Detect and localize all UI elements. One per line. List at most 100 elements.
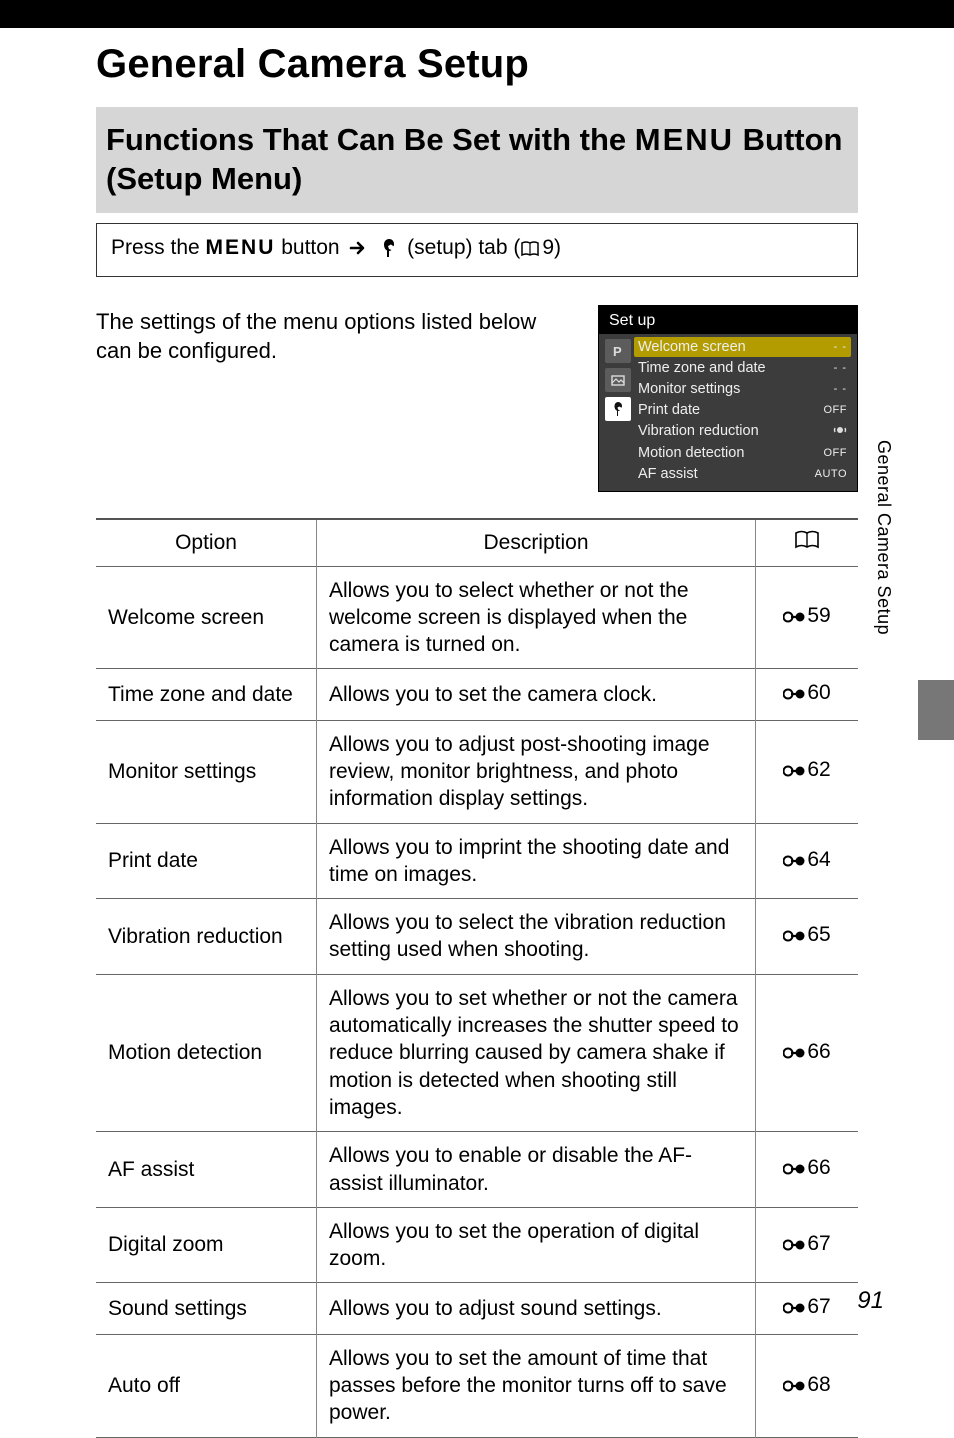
lcd-row-label: Motion detection (638, 445, 744, 461)
side-tab-mark (918, 680, 954, 740)
lcd-row-value: - - (817, 362, 847, 374)
cell-option: Motion detection (96, 974, 317, 1131)
cell-reference: 65 (756, 899, 859, 975)
page-number: 91 (857, 1287, 884, 1315)
lcd-row: Vibration reduction (634, 421, 851, 442)
lcd-row: Welcome screen - - (634, 337, 851, 357)
setup-wrench-icon (380, 238, 398, 264)
table-row: Sound settingsAllows you to adjust sound… (96, 1283, 858, 1334)
table-row: Time zone and dateAllows you to set the … (96, 669, 858, 720)
reference-link-icon (783, 605, 805, 632)
press-ref-num: 9 (542, 236, 554, 259)
ref-number: 59 (807, 604, 830, 627)
lcd-row-label: Time zone and date (638, 360, 766, 376)
press-end: ) (554, 236, 561, 259)
reference-link-icon (783, 1374, 805, 1401)
table-row: Welcome screenAllows you to select wheth… (96, 566, 858, 669)
press-mid: button (275, 236, 345, 259)
cell-description: Allows you to set whether or not the cam… (317, 974, 756, 1131)
lcd-row-value (817, 423, 847, 440)
cell-reference: 59 (756, 566, 859, 669)
th-reference-icon (756, 519, 859, 567)
book-ref-icon (520, 239, 540, 263)
ref-number: 66 (807, 1156, 830, 1179)
press-pre: Press the (111, 236, 206, 259)
table-row: Vibration reductionAllows you to select … (96, 899, 858, 975)
lcd-title: Set up (599, 306, 857, 334)
lcd-tab-setup (605, 397, 631, 421)
cell-option: AF assist (96, 1132, 317, 1208)
lcd-row-value: OFF (817, 447, 847, 459)
reference-link-icon (783, 682, 805, 709)
menu-word: MENU (635, 122, 734, 157)
reference-link-icon (783, 1233, 805, 1260)
section-heading-band: Functions That Can Be Set with the MENU … (96, 107, 858, 213)
lcd-row-value: - - (817, 341, 847, 353)
ref-number: 60 (807, 681, 830, 704)
cell-option: Sound settings (96, 1283, 317, 1334)
lcd-row-value: - - (817, 383, 847, 395)
subtitle-pre: Functions That Can Be Set with the (106, 122, 635, 157)
cell-description: Allows you to imprint the shooting date … (317, 823, 756, 899)
lcd-tab-column: P (605, 337, 633, 485)
section-heading: Functions That Can Be Set with the MENU … (106, 121, 848, 199)
cell-description: Allows you to enable or disable the AF-a… (317, 1132, 756, 1208)
lcd-row: AF assist AUTO (634, 464, 851, 484)
reference-link-icon (783, 1157, 805, 1184)
cell-description: Allows you to adjust post-shooting image… (317, 720, 756, 823)
lcd-rows: Welcome screen - - Time zone and date - - Mo… (634, 337, 851, 485)
options-table: Option Description Welcome screenAllows … (96, 518, 858, 1438)
cell-reference: 64 (756, 823, 859, 899)
cell-reference: 67 (756, 1283, 859, 1334)
lcd-row: Print date OFF (634, 400, 851, 420)
cell-reference: 67 (756, 1207, 859, 1283)
table-row: Motion detectionAllows you to set whethe… (96, 974, 858, 1131)
lcd-row-label: Vibration reduction (638, 423, 759, 439)
cell-description: Allows you to set the amount of time tha… (317, 1334, 756, 1437)
chapter-title: General Camera Setup (96, 42, 858, 87)
cell-reference: 66 (756, 974, 859, 1131)
lcd-row-label: AF assist (638, 466, 698, 482)
menu-word-small: MENU (206, 236, 276, 259)
lcd-row-label: Welcome screen (638, 339, 746, 355)
table-row: Print dateAllows you to imprint the shoo… (96, 823, 858, 899)
cell-option: Monitor settings (96, 720, 317, 823)
lcd-row-label: Print date (638, 402, 700, 418)
reference-link-icon (783, 1296, 805, 1323)
th-description: Description (317, 519, 756, 567)
ref-number: 68 (807, 1373, 830, 1396)
ref-number: 67 (807, 1295, 830, 1318)
reference-link-icon (783, 1041, 805, 1068)
reference-link-icon (783, 849, 805, 876)
ref-number: 64 (807, 848, 830, 871)
lcd-row: Motion detection OFF (634, 443, 851, 463)
cell-description: Allows you to set the operation of digit… (317, 1207, 756, 1283)
cell-reference: 62 (756, 720, 859, 823)
table-row: AF assistAllows you to enable or disable… (96, 1132, 858, 1208)
ref-number: 62 (807, 758, 830, 781)
lcd-row-value: AUTO (815, 468, 847, 480)
ref-number: 67 (807, 1232, 830, 1255)
top-black-bar (0, 0, 954, 28)
lcd-row-label: Monitor settings (638, 381, 740, 397)
intro-paragraph: The settings of the menu options listed … (96, 305, 574, 366)
cell-reference: 60 (756, 669, 859, 720)
lcd-preview: Set up P Welcome screen- -Time zone and … (598, 305, 858, 492)
press-setup: (setup) tab ( (407, 236, 520, 259)
table-row: Digital zoomAllows you to set the operat… (96, 1207, 858, 1283)
cell-description: Allows you to set the camera clock. (317, 669, 756, 720)
th-option: Option (96, 519, 317, 567)
arrow-right-icon (349, 239, 367, 263)
cell-option: Auto off (96, 1334, 317, 1437)
lcd-row-value: OFF (817, 404, 847, 416)
reference-link-icon (783, 924, 805, 951)
cell-description: Allows you to select whether or not the … (317, 566, 756, 669)
cell-option: Time zone and date (96, 669, 317, 720)
lcd-row: Time zone and date - - (634, 358, 851, 378)
reference-link-icon (783, 759, 805, 786)
side-tab-label: General Camera Setup (873, 440, 894, 635)
cell-description: Allows you to adjust sound settings. (317, 1283, 756, 1334)
cell-option: Vibration reduction (96, 899, 317, 975)
table-row: Auto offAllows you to set the amount of … (96, 1334, 858, 1437)
lcd-tab-playback (605, 368, 631, 392)
